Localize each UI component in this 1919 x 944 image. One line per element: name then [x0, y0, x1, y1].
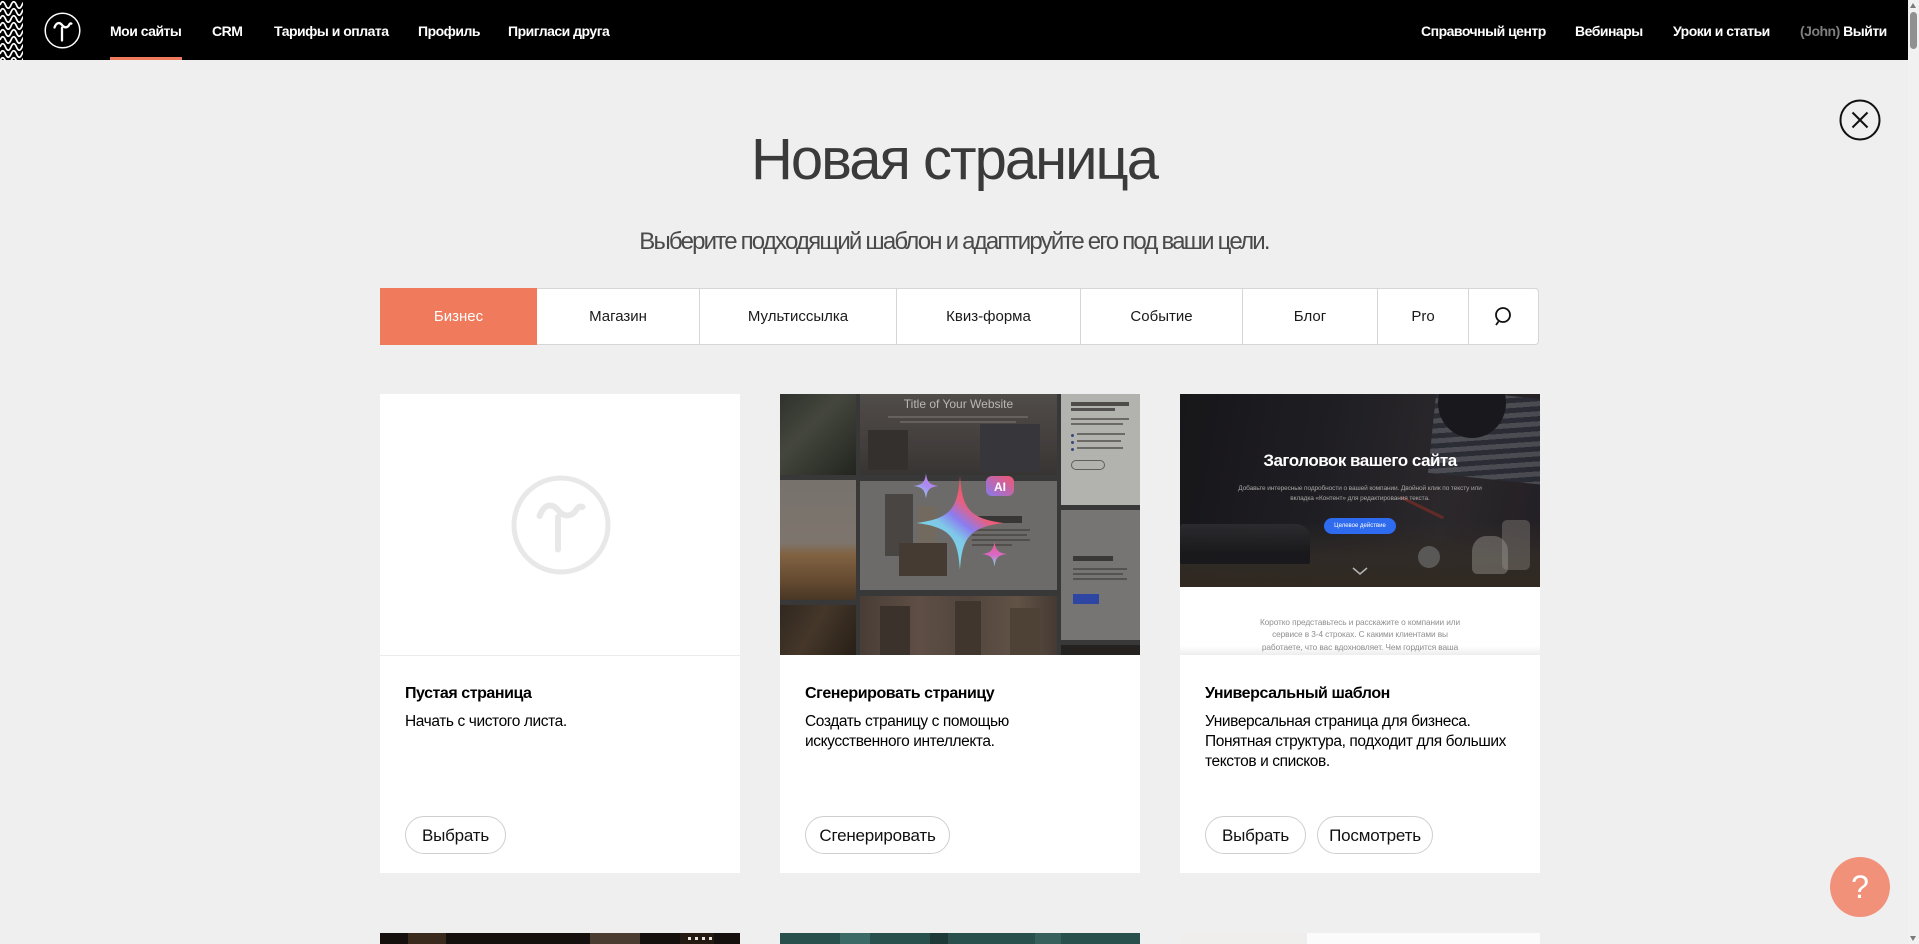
svg-text:AI: AI [994, 480, 1006, 494]
